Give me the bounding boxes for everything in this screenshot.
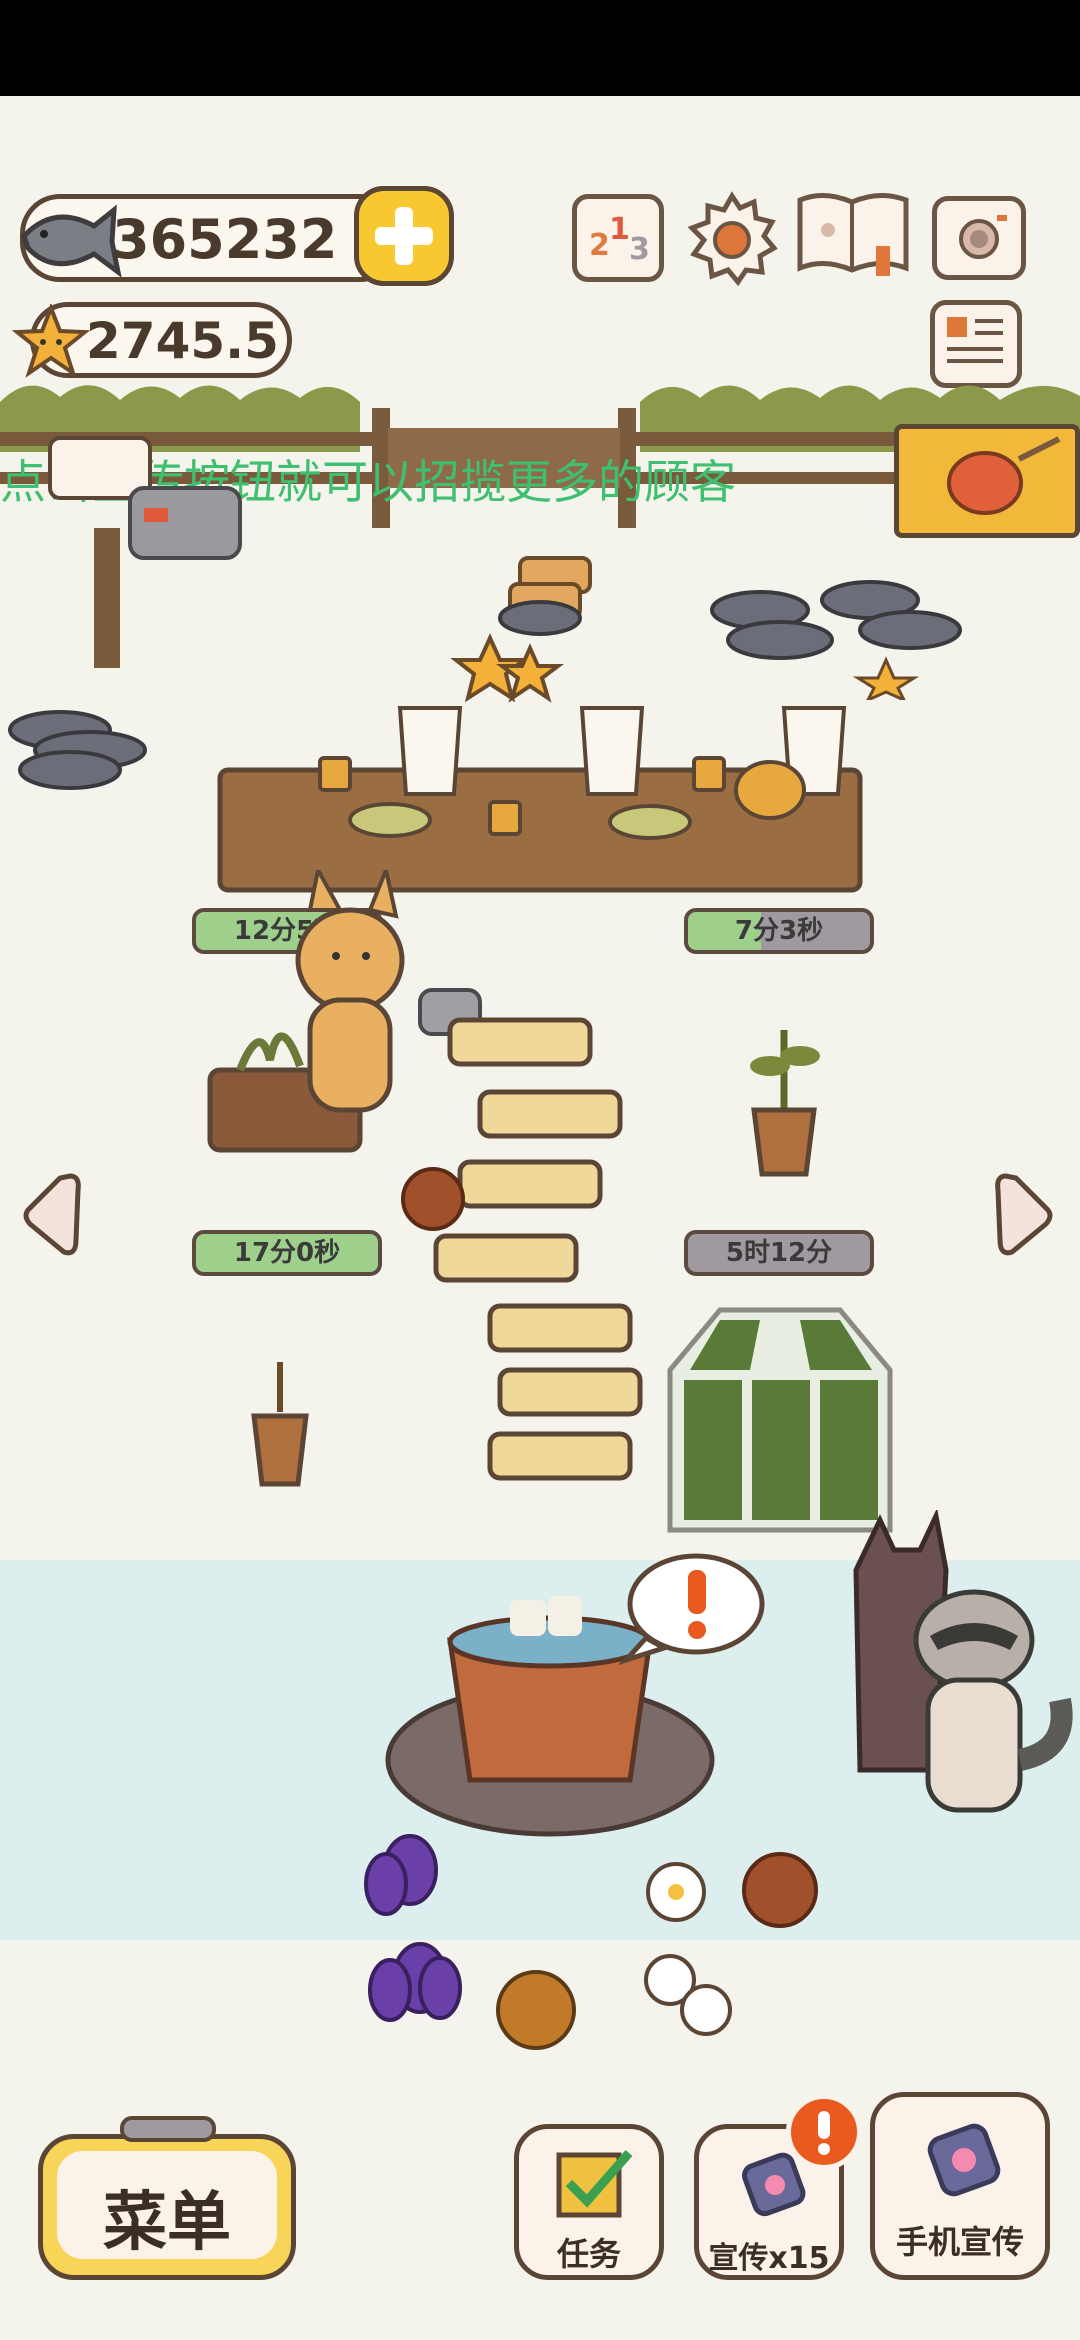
promote-alert-badge [786,2094,862,2170]
recipe-book-button[interactable] [794,190,912,282]
potted-sprout-left [251,1362,309,1487]
star-icon [12,304,90,378]
menu-label: 菜单 [103,2186,231,2260]
prev-area-button[interactable] [20,1170,82,1260]
timer-plot-mid-right: 5时12分 [684,1230,874,1276]
camera-button[interactable] [932,196,1026,280]
menu-button[interactable]: 菜单 [38,2134,296,2280]
greenhouse[interactable] [660,1300,900,1540]
camera-icon [959,215,1007,259]
settings-button[interactable] [684,190,780,287]
ranking-icon: 2 1 3 [589,212,650,267]
raccoon-customer[interactable] [900,1580,1080,1820]
chevron-left-icon [23,1173,81,1256]
tasks-button[interactable]: 任务 [514,2124,664,2280]
phone-promote-button[interactable]: 手机宣传 [870,2092,1050,2280]
alert-bubble[interactable] [616,1548,766,1668]
event-sign-button[interactable] [894,424,1080,538]
fish-icon [21,204,122,278]
tasks-label: 任务 [556,2235,621,2273]
plus-icon [375,207,433,265]
log-path [433,1017,643,1481]
potted-seedling-right [750,1030,820,1177]
timer-plot-top-right: 7分3秒 [684,908,874,954]
menu-clip [120,2116,216,2142]
star-amount: 2745.5 [86,312,279,370]
chestnut-item[interactable] [398,1164,468,1234]
fish-pile-right [710,580,962,700]
status-bar [0,0,1080,96]
settings-gear-icon [687,191,778,287]
ranking-button[interactable]: 2 1 3 [572,194,664,282]
mailbox [48,436,242,668]
flowers-garden [364,1834,818,2050]
lantern-icon [947,436,1061,515]
svg-text:3: 3 [629,232,650,267]
timer-plot-mid-left: 17分0秒 [192,1230,382,1276]
fish-amount: 365232 [112,208,338,271]
next-area-button[interactable] [994,1170,1056,1260]
recipe-book-icon [797,193,909,276]
task-checklist-icon [556,2150,633,2218]
add-currency-button[interactable] [354,186,454,286]
fish-pile-left [8,710,147,790]
svg-text:2: 2 [589,228,610,263]
chevron-right-icon [995,1173,1053,1256]
phone-promote-label: 手机宣传 [895,2223,1024,2261]
promote-label: 宣传x15 [708,2241,830,2276]
svg-text:1: 1 [609,212,630,247]
exclamation-icon [818,2111,830,2155]
phone-promote-icon [927,2123,1001,2197]
